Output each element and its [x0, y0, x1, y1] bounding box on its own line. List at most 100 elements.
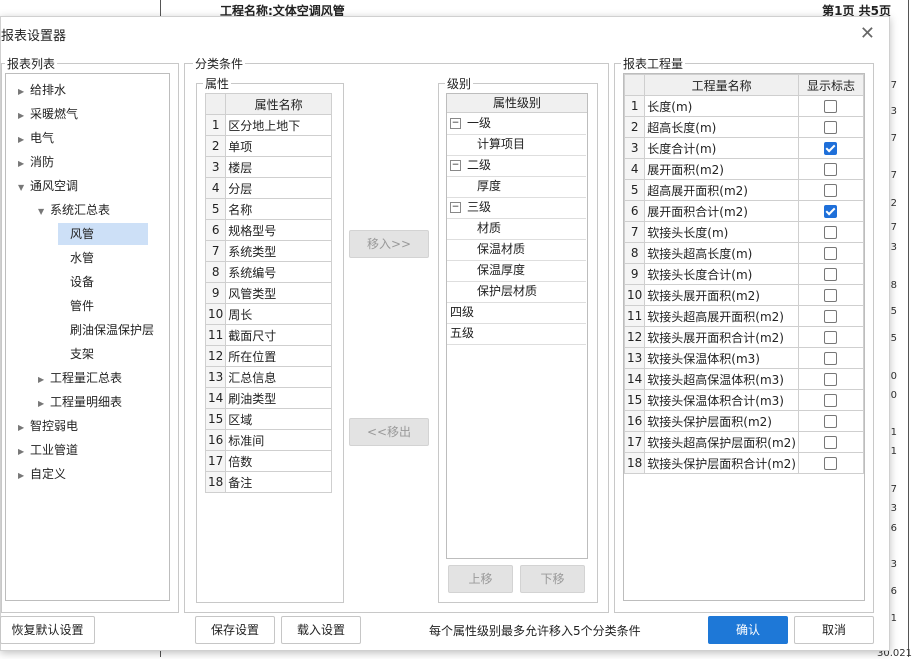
show-flag-checkbox[interactable] [824, 352, 838, 365]
attribute-row[interactable]: 8 系统编号 [204, 261, 332, 283]
collapse-box-icon[interactable]: − [450, 202, 461, 213]
level-item[interactable]: − 一级 [447, 113, 586, 135]
attribute-row[interactable]: 14 刷油类型 [204, 387, 332, 409]
report-tree-item[interactable]: ▶ 电气 [18, 127, 54, 149]
level-item[interactable]: 保温材质 [447, 239, 586, 261]
report-tree-item[interactable]: ▶ 工程量明细表 [38, 391, 122, 413]
attribute-row[interactable]: 1 区分地上地下 [204, 114, 332, 136]
quantity-row[interactable]: 9 软接头长度合计(m) [623, 263, 865, 285]
quantity-row[interactable]: 13 软接头保温体积(m3) [623, 347, 865, 369]
quantity-row[interactable]: 12 软接头展开面积合计(m2) [623, 326, 865, 348]
quantity-row[interactable]: 17 软接头超高保护层面积(m2) [623, 431, 865, 453]
restore-default-button[interactable]: 恢复默认设置 [0, 616, 95, 644]
quantity-row[interactable]: 4 展开面积(m2) [623, 158, 865, 180]
level-item[interactable]: 五级 [447, 323, 586, 345]
quantity-row[interactable]: 2 超高长度(m) [623, 116, 865, 138]
quantity-row[interactable]: 8 软接头超高长度(m) [623, 242, 865, 264]
move-up-button[interactable]: 上移 [448, 565, 513, 593]
level-item[interactable]: 计算项目 [447, 134, 586, 156]
attribute-row[interactable]: 16 标准间 [204, 429, 332, 451]
report-tree-item[interactable]: ▼ 系统汇总表 [38, 199, 110, 221]
quantity-row[interactable]: 16 软接头保护层面积(m2) [623, 410, 865, 432]
report-tree-item[interactable]: ▶ 消防 [18, 151, 54, 173]
quantity-row[interactable]: 14 软接头超高保温体积(m3) [623, 368, 865, 390]
show-flag-checkbox[interactable] [824, 142, 838, 155]
show-flag-checkbox[interactable] [824, 373, 838, 386]
expand-arrow-icon[interactable]: ▶ [38, 393, 50, 415]
quantity-row[interactable]: 15 软接头保温体积合计(m3) [623, 389, 865, 411]
level-item[interactable]: − 三级 [447, 197, 586, 219]
expand-arrow-icon[interactable]: ▶ [18, 441, 30, 463]
attribute-row[interactable]: 15 区域 [204, 408, 332, 430]
expand-arrow-icon[interactable]: ▶ [18, 81, 30, 103]
level-item[interactable]: 保护层材质 [447, 281, 586, 303]
attribute-row[interactable]: 6 规格型号 [204, 219, 332, 241]
level-item[interactable]: 材质 [447, 218, 586, 240]
report-tree-item[interactable]: ▶ 采暖燃气 [18, 103, 78, 125]
attribute-row[interactable]: 11 截面尺寸 [204, 324, 332, 346]
report-tree-item[interactable]: 风管 [58, 223, 148, 245]
collapse-box-icon[interactable]: − [450, 160, 461, 171]
report-tree-item[interactable]: 水管 [58, 247, 94, 269]
attribute-row[interactable]: 9 风管类型 [204, 282, 332, 304]
show-flag-checkbox[interactable] [824, 394, 838, 407]
expand-arrow-icon[interactable]: ▶ [38, 369, 50, 391]
move-out-button[interactable]: <<移出 [349, 418, 429, 446]
show-flag-checkbox[interactable] [824, 205, 838, 218]
expand-arrow-icon[interactable]: ▶ [18, 465, 30, 487]
show-flag-checkbox[interactable] [824, 184, 838, 197]
report-tree-item[interactable]: ▶ 智控弱电 [18, 415, 78, 437]
cancel-button[interactable]: 取消 [794, 616, 874, 644]
collapse-arrow-icon[interactable]: ▼ [18, 177, 30, 199]
confirm-button[interactable]: 确认 [708, 616, 788, 644]
attribute-row[interactable]: 12 所在位置 [204, 345, 332, 367]
show-flag-checkbox[interactable] [824, 163, 838, 176]
collapse-arrow-icon[interactable]: ▼ [38, 201, 50, 223]
report-tree-item[interactable]: 设备 [58, 271, 94, 293]
report-tree-item[interactable]: 支架 [58, 343, 94, 365]
show-flag-checkbox[interactable] [824, 247, 838, 260]
show-flag-checkbox[interactable] [824, 226, 838, 239]
attribute-row[interactable]: 3 楼层 [204, 156, 332, 178]
quantity-row[interactable]: 10 软接头展开面积(m2) [623, 284, 865, 306]
move-in-button[interactable]: 移入>> [349, 230, 429, 258]
report-tree-item[interactable]: ▶ 给排水 [18, 79, 66, 101]
level-item[interactable]: − 二级 [447, 155, 586, 177]
close-icon[interactable]: ✕ [860, 23, 875, 44]
quantity-row[interactable]: 1 长度(m) [623, 95, 865, 117]
show-flag-checkbox[interactable] [824, 268, 838, 281]
expand-arrow-icon[interactable]: ▶ [18, 129, 30, 151]
report-tree-item[interactable]: 刷油保温保护层 [58, 319, 154, 341]
attribute-row[interactable]: 10 周长 [204, 303, 332, 325]
quantity-row[interactable]: 6 展开面积合计(m2) [623, 200, 865, 222]
level-item[interactable]: 厚度 [447, 176, 586, 198]
show-flag-checkbox[interactable] [824, 436, 838, 449]
quantity-row[interactable]: 7 软接头长度(m) [623, 221, 865, 243]
show-flag-checkbox[interactable] [824, 415, 838, 428]
show-flag-checkbox[interactable] [824, 331, 838, 344]
quantity-row[interactable]: 3 长度合计(m) [623, 137, 865, 159]
save-settings-button[interactable]: 保存设置 [195, 616, 275, 644]
show-flag-checkbox[interactable] [824, 310, 838, 323]
quantity-row[interactable]: 11 软接头超高展开面积(m2) [623, 305, 865, 327]
show-flag-checkbox[interactable] [824, 100, 838, 113]
report-tree-item[interactable]: ▶ 工业管道 [18, 439, 78, 461]
report-tree-item[interactable]: 管件 [58, 295, 94, 317]
attribute-row[interactable]: 7 系统类型 [204, 240, 332, 262]
report-tree-item[interactable]: ▶ 自定义 [18, 463, 66, 485]
attribute-row[interactable]: 17 倍数 [204, 450, 332, 472]
attribute-row[interactable]: 4 分层 [204, 177, 332, 199]
quantity-row[interactable]: 18 软接头保护层面积合计(m2) [623, 452, 865, 474]
quantity-row[interactable]: 5 超高展开面积(m2) [623, 179, 865, 201]
level-item[interactable]: 四级 [447, 302, 586, 324]
report-tree-item[interactable]: ▼ 通风空调 [18, 175, 78, 197]
expand-arrow-icon[interactable]: ▶ [18, 417, 30, 439]
load-settings-button[interactable]: 载入设置 [281, 616, 361, 644]
expand-arrow-icon[interactable]: ▶ [18, 153, 30, 175]
attribute-row[interactable]: 2 单项 [204, 135, 332, 157]
show-flag-checkbox[interactable] [824, 289, 838, 302]
show-flag-checkbox[interactable] [824, 121, 838, 134]
attribute-row[interactable]: 13 汇总信息 [204, 366, 332, 388]
show-flag-checkbox[interactable] [824, 457, 838, 470]
collapse-box-icon[interactable]: − [450, 118, 461, 129]
